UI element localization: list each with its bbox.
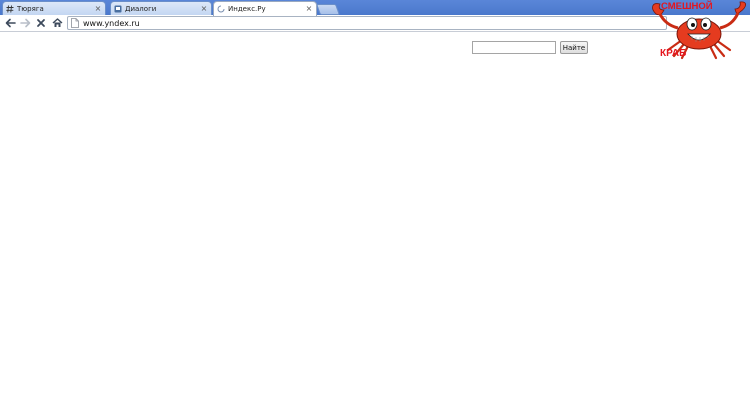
forward-button[interactable]: [18, 16, 32, 30]
close-tab-icon[interactable]: ×: [94, 4, 102, 13]
watermark-bottom-text: КРАБ: [660, 48, 686, 59]
browser-window: Тюряга × Диалоги × Индекс.Ру × www.yndex…: [0, 0, 750, 410]
home-button[interactable]: [50, 16, 64, 30]
search-input[interactable]: [472, 41, 556, 54]
watermark-top-text: СМЕШНОЙ: [661, 0, 713, 12]
tab-dialogi[interactable]: Диалоги ×: [110, 1, 212, 15]
stop-button[interactable]: [34, 16, 48, 30]
crab-icon: СМЕШНОЙ КРАБ: [652, 0, 747, 60]
new-tab-button[interactable]: [315, 4, 341, 15]
close-tab-icon[interactable]: ×: [200, 4, 208, 13]
tab-turyaga[interactable]: Тюряга ×: [2, 1, 106, 15]
page-icon: [71, 18, 79, 28]
back-arrow-icon: [5, 18, 16, 28]
page-content: Найте: [0, 32, 750, 410]
vk-chat-icon: [114, 5, 122, 13]
address-bar[interactable]: www.yndex.ru: [67, 16, 667, 30]
home-icon: [52, 18, 62, 27]
toolbar: www.yndex.ru: [0, 15, 750, 32]
back-button[interactable]: [3, 16, 17, 30]
funny-crab-watermark: СМЕШНОЙ КРАБ: [648, 0, 750, 60]
loading-icon: [217, 5, 225, 13]
tab-title: Индекс.Ру: [228, 5, 266, 13]
hash-icon: [6, 4, 14, 13]
tab-strip: Тюряга × Диалоги × Индекс.Ру ×: [0, 0, 750, 16]
tab-title: Тюряга: [17, 4, 44, 13]
tab-index-ru[interactable]: Индекс.Ру ×: [213, 1, 317, 16]
tab-title: Диалоги: [125, 4, 157, 13]
forward-arrow-icon: [19, 18, 30, 28]
url-text: www.yndex.ru: [83, 18, 140, 28]
stop-x-icon: [37, 19, 45, 27]
close-tab-icon[interactable]: ×: [305, 5, 313, 13]
search-button[interactable]: Найте: [560, 41, 588, 54]
